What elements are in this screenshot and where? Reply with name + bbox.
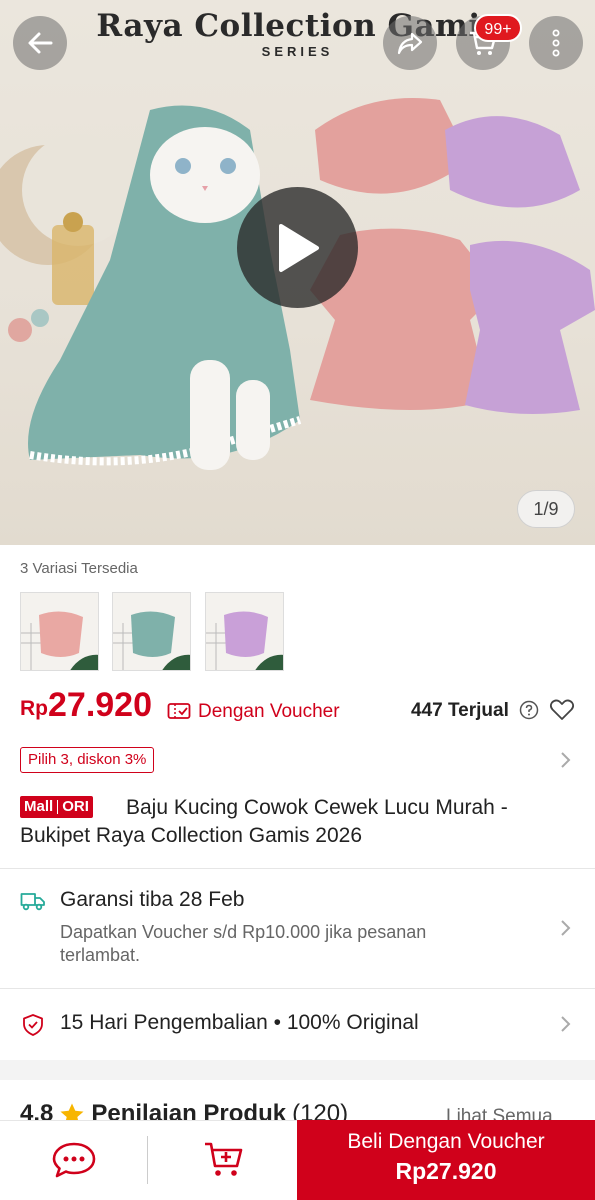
image-counter: 1/9 (517, 490, 575, 528)
back-button[interactable] (13, 16, 67, 70)
voucher-icon (167, 703, 191, 719)
add-to-cart-icon[interactable] (203, 1140, 247, 1180)
section-separator (0, 1060, 595, 1080)
share-icon (397, 32, 423, 55)
price-value: 27.920 (48, 686, 152, 724)
bottom-bar-separator (147, 1136, 148, 1184)
variant-thumb-lilac[interactable] (205, 592, 284, 671)
more-options-button[interactable] (529, 16, 583, 70)
play-video-button[interactable] (237, 187, 358, 308)
divider (0, 988, 595, 989)
more-vertical-icon (552, 29, 560, 57)
variants-label: 3 Variasi Tersedia (20, 560, 138, 577)
product-title: Baju Kucing Cowok Cewek Lucu Murah - Buk… (20, 796, 508, 847)
chevron-right-icon[interactable] (559, 1015, 571, 1033)
chat-icon[interactable] (50, 1140, 98, 1180)
arrow-left-icon (28, 32, 53, 54)
divider (0, 868, 595, 869)
bundle-discount-tag[interactable]: Pilih 3, diskon 3% (20, 747, 155, 773)
voucher-label: Dengan Voucher (198, 701, 340, 722)
variant-image (206, 593, 283, 670)
variant-thumb-pink[interactable] (20, 592, 99, 671)
share-button[interactable] (383, 16, 437, 70)
delivery-truck-icon (20, 893, 45, 911)
variant-thumb-teal[interactable] (112, 592, 191, 671)
chevron-right-icon[interactable] (559, 751, 571, 769)
shipping-guarantee-desc: Dapatkan Voucher s/d Rp10.000 jika pesan… (60, 922, 427, 965)
price-currency: Rp (20, 697, 48, 720)
buy-with-voucher-button[interactable]: Beli Dengan Voucher Rp27.920 (297, 1120, 595, 1200)
buy-button-price: Rp27.920 (395, 1158, 497, 1184)
shield-check-icon (23, 1014, 43, 1036)
variant-image (21, 593, 98, 670)
return-policy-text: 15 Hari Pengembalian • 100% Original (60, 1011, 419, 1034)
sold-count: 447 Terjual (411, 700, 509, 721)
product-image-carousel[interactable]: Raya Collection Gamis SERIES 99+ 1/9 (0, 0, 595, 545)
play-icon (278, 223, 319, 272)
chevron-right-icon[interactable] (559, 919, 571, 937)
help-icon[interactable] (519, 700, 539, 720)
buy-button-label: Beli Dengan Voucher (347, 1130, 545, 1153)
favorite-heart-icon[interactable] (549, 698, 575, 722)
shipping-guarantee-title: Garansi tiba 28 Feb (60, 888, 245, 911)
cart-count-badge: 99+ (474, 14, 522, 42)
variant-image (113, 593, 190, 670)
